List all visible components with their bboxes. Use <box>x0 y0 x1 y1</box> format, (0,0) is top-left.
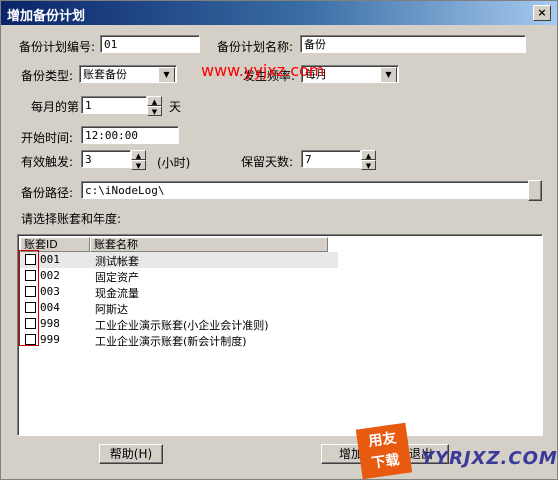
column-header-name[interactable]: 账套名称 <box>90 237 328 252</box>
account-name: 工业企业演示账套(小企业会计准则) <box>95 319 269 332</box>
keep-days-spinner[interactable]: ▲ ▼ <box>361 150 376 170</box>
table-row[interactable]: 999 工业企业演示账套(新会计制度) <box>20 332 338 348</box>
day-unit: 天 <box>169 100 182 114</box>
account-id: 002 <box>40 269 60 282</box>
account-id: 004 <box>40 301 60 314</box>
day-input[interactable]: 1 <box>81 96 147 114</box>
table-row[interactable]: 003 现金流量 <box>20 284 338 300</box>
table-row[interactable]: 002 固定资产 <box>20 268 338 284</box>
backup-type-value: 账套备份 <box>83 68 127 81</box>
trigger-spinner[interactable]: ▲ ▼ <box>131 150 146 170</box>
browse-path-button[interactable] <box>528 180 542 201</box>
start-time-label: 开始时间: <box>21 131 74 145</box>
spin-down-icon[interactable]: ▼ <box>147 106 162 116</box>
checkbox-highlight-box <box>19 250 39 346</box>
watermark-logo: 用友 下载 <box>355 422 413 480</box>
table-row[interactable]: 004 阿斯达 <box>20 300 338 316</box>
account-name: 测试帐套 <box>95 255 139 268</box>
window-title: 增加备份计划 <box>7 9 86 24</box>
watermark-site: YYRJXZ.COM <box>421 448 558 469</box>
account-name: 阿斯达 <box>95 303 128 316</box>
select-account-label: 请选择账套和年度: <box>21 212 122 226</box>
plan-name-label: 备份计划名称: <box>217 40 294 54</box>
spin-up-icon[interactable]: ▲ <box>131 150 146 160</box>
account-id: 003 <box>40 285 60 298</box>
account-name: 固定资产 <box>95 271 139 284</box>
keep-days-input[interactable]: 7 <box>301 150 361 168</box>
account-id: 998 <box>40 317 60 330</box>
spin-up-icon[interactable]: ▲ <box>147 96 162 106</box>
table-row[interactable]: 998 工业企业演示账套(小企业会计准则) <box>20 316 338 332</box>
help-button[interactable]: 帮助(H) <box>99 444 163 464</box>
path-input[interactable]: c:\iNodeLog\ <box>81 181 529 199</box>
account-name: 工业企业演示账套(新会计制度) <box>95 335 247 348</box>
close-button[interactable]: × <box>533 5 551 21</box>
watermark-url: www.yyjxz.com <box>201 61 325 80</box>
spin-down-icon[interactable]: ▼ <box>131 160 146 170</box>
day-label: 每月的第 <box>31 100 80 114</box>
backup-type-label: 备份类型: <box>21 69 74 83</box>
add-backup-plan-dialog: 增加备份计划 × 备份计划编号: 01 备份计划名称: 备份 备份类型: 账套备… <box>0 0 558 480</box>
keep-days-label: 保留天数: <box>241 155 294 169</box>
chevron-down-icon[interactable]: ▼ <box>380 67 397 82</box>
account-list[interactable]: 账套ID 账套名称 001 测试帐套 002 固定资产 003 现金流量 004… <box>17 234 543 436</box>
start-time-input[interactable]: 12:00:00 <box>81 126 179 144</box>
path-label: 备份路径: <box>21 186 74 200</box>
account-id: 001 <box>40 253 60 266</box>
chevron-down-icon[interactable]: ▼ <box>158 67 175 82</box>
plan-no-input[interactable]: 01 <box>100 35 200 53</box>
plan-no-label: 备份计划编号: <box>19 40 96 54</box>
account-id: 999 <box>40 333 60 346</box>
trigger-label: 有效触发: <box>21 155 74 169</box>
trigger-unit: (小时) <box>157 156 191 170</box>
day-spinner[interactable]: ▲ ▼ <box>147 96 162 116</box>
title-bar[interactable]: 增加备份计划 × <box>1 1 557 25</box>
spin-up-icon[interactable]: ▲ <box>361 150 376 160</box>
spin-down-icon[interactable]: ▼ <box>361 160 376 170</box>
backup-type-select[interactable]: 账套备份 ▼ <box>79 65 177 83</box>
trigger-input[interactable]: 3 <box>81 150 131 168</box>
account-name: 现金流量 <box>95 287 139 300</box>
plan-name-input[interactable]: 备份 <box>300 35 526 53</box>
table-row[interactable]: 001 测试帐套 <box>20 252 338 268</box>
